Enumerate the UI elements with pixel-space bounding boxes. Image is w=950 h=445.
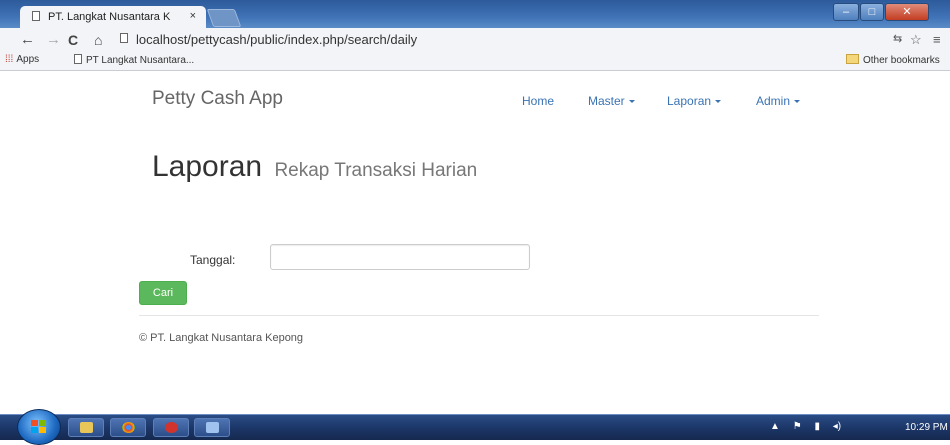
page-title: Laporan Rekap Transaksi Harian <box>152 150 477 184</box>
translate-icon[interactable]: ⇆ <box>893 32 902 45</box>
caret-down-icon <box>715 100 722 103</box>
page-icon <box>74 54 82 64</box>
search-button[interactable]: Cari <box>139 281 187 305</box>
bookmark-apps[interactable]: ⁞⁞⁞ Apps <box>5 54 39 65</box>
browser-tab[interactable]: PT. Langkat Nusantara K × <box>20 6 206 28</box>
app-brand[interactable]: Petty Cash App <box>152 88 283 110</box>
nav-home[interactable]: Home <box>522 94 554 108</box>
window-icon <box>206 422 219 433</box>
caret-down-icon <box>794 100 801 103</box>
nav-master-label: Master <box>588 94 625 108</box>
windows-taskbar: ▲ ⚑ ▮ ◂) 10:29 PM <box>0 409 950 445</box>
new-tab-button[interactable] <box>206 9 242 27</box>
bookmark-other-label: Other bookmarks <box>863 55 940 66</box>
address-bar[interactable]: localhost/pettycash/public/index.php/sea… <box>116 29 821 50</box>
close-tab-icon[interactable]: × <box>190 10 196 22</box>
reload-icon[interactable]: C <box>68 31 78 49</box>
taskbar-clock[interactable]: 10:29 PM <box>905 422 948 433</box>
folder-icon <box>80 422 93 433</box>
browser-titlebar: PT. Langkat Nusantara K × – □ ✕ <box>0 0 950 28</box>
home-icon[interactable]: ⌂ <box>94 31 102 49</box>
apps-grid-icon: ⁞⁞⁞ <box>5 54 14 65</box>
bookmark-apps-label: Apps <box>16 54 40 65</box>
nav-admin-label: Admin <box>756 94 791 108</box>
nav-laporan-label: Laporan <box>667 94 712 108</box>
nav-master[interactable]: Master <box>588 94 635 108</box>
bookmark-pt-langkat[interactable]: PT Langkat Nusantara... <box>74 54 194 66</box>
start-button[interactable] <box>17 409 61 445</box>
action-center-flag-icon[interactable]: ⚑ <box>793 421 802 432</box>
opera-icon <box>165 422 178 433</box>
bookmark-other[interactable]: Other bookmarks <box>846 54 940 66</box>
date-label: Tanggal: <box>190 253 236 267</box>
footer-divider <box>139 315 819 316</box>
browser-toolbar: ← → C ⌂ localhost/pettycash/public/index… <box>0 28 950 52</box>
bookmarks-bar: ⁞⁞⁞ Apps PT Langkat Nusantara... Other bo… <box>0 52 950 71</box>
address-url: localhost/pettycash/public/index.php/sea… <box>136 32 418 47</box>
system-tray: ▲ ⚑ ▮ ◂) <box>770 421 851 432</box>
date-input[interactable] <box>270 244 530 270</box>
page-icon <box>120 33 128 43</box>
tab-title: PT. Langkat Nusantara K <box>48 11 171 23</box>
forward-icon[interactable]: → <box>46 31 61 49</box>
star-icon[interactable]: ☆ <box>910 32 922 48</box>
show-hidden-icons-icon[interactable]: ▲ <box>770 421 780 432</box>
maximize-button[interactable]: □ <box>860 3 884 21</box>
page-subtitle: Rekap Transaksi Harian <box>274 160 478 181</box>
opera-taskbar-icon[interactable] <box>153 418 189 437</box>
nav-admin[interactable]: Admin <box>756 94 801 108</box>
windows-logo-icon <box>31 420 47 434</box>
menu-icon[interactable]: ≡ <box>933 32 941 47</box>
caret-down-icon <box>628 100 635 103</box>
back-icon[interactable]: ← <box>20 31 35 49</box>
nav-laporan[interactable]: Laporan <box>667 94 722 108</box>
explorer-taskbar-icon[interactable] <box>68 418 104 437</box>
ie-taskbar-icon[interactable] <box>194 418 230 437</box>
chrome-taskbar-icon[interactable] <box>110 418 146 437</box>
network-icon[interactable]: ▮ <box>814 421 820 432</box>
bookmark-pt-label: PT Langkat Nusantara... <box>86 55 195 66</box>
page-icon <box>32 11 40 21</box>
volume-icon[interactable]: ◂) <box>833 421 841 432</box>
folder-icon <box>846 54 859 64</box>
close-window-button[interactable]: ✕ <box>885 3 929 21</box>
chrome-icon <box>122 422 135 433</box>
footer-copyright: © PT. Langkat Nusantara Kepong <box>139 332 304 344</box>
minimize-button[interactable]: – <box>833 3 859 21</box>
page-title-main: Laporan <box>152 150 263 183</box>
